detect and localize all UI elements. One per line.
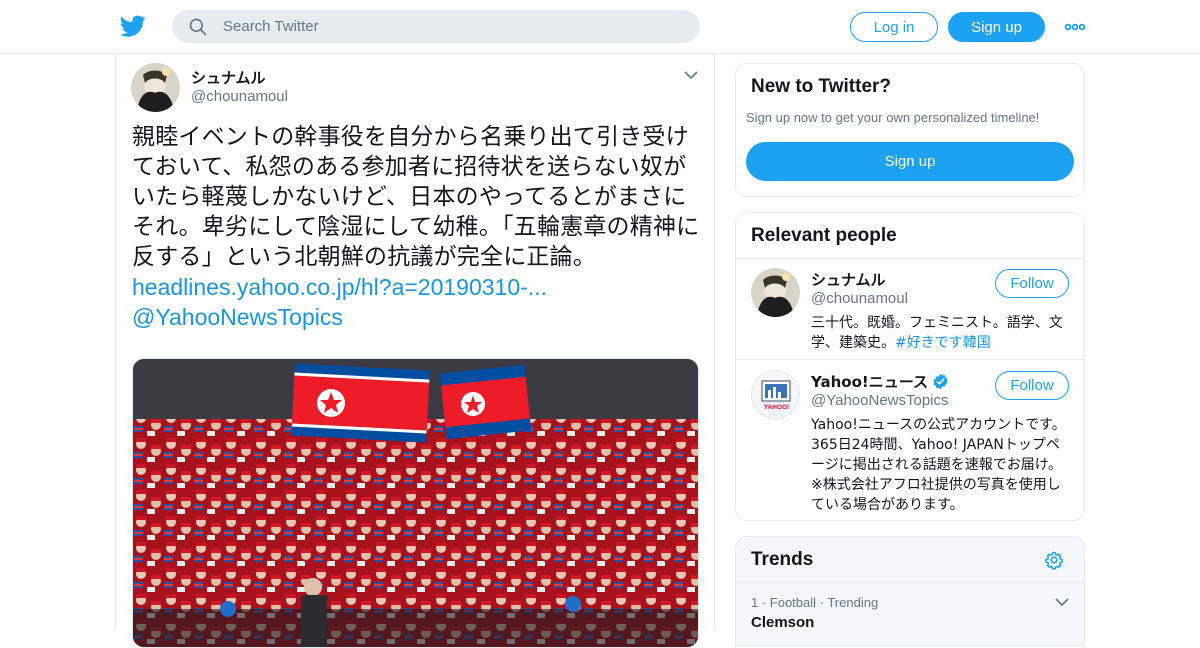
follow-button[interactable]: Follow [995, 269, 1069, 298]
person-item[interactable]: YAHOO! Yahoo!ニュース @YahooNewsTopics Follo… [736, 361, 1084, 520]
avatar-image [131, 63, 180, 112]
verified-badge-icon [933, 373, 948, 390]
author-handle[interactable]: @chounamoul [191, 88, 288, 105]
person-bio: Yahoo!ニュースの公式アカウントです。365日24時間、Yahoo! JAP… [811, 417, 1066, 513]
signup-button[interactable]: Sign up [948, 12, 1045, 42]
relevant-people-header: Relevant people [736, 213, 1084, 259]
trend-name[interactable]: Clemson [751, 614, 814, 631]
follow-button[interactable]: Follow [995, 371, 1069, 400]
person-handle[interactable]: @YahooNewsTopics [811, 392, 949, 409]
trends-title: Trends [751, 549, 814, 570]
tweet-column: シュナムル @chounamoul 親睦イベントの幹事役を自分から名乗り出て引き… [115, 54, 715, 648]
new-to-twitter-card: New to Twitter? Sign up now to get your … [735, 63, 1085, 197]
tweet-photo[interactable] [132, 358, 699, 648]
person-bio: 三十代。既婚。フェミニスト。語学、文学、建築史。#好きです韓国 [811, 313, 1073, 353]
bio-hashtag[interactable]: #好きです韓国 [895, 335, 991, 351]
search-icon [189, 18, 207, 35]
tweet-link[interactable]: headlines.yahoo.co.jp/hl?a=20190310-... [132, 272, 702, 302]
tweet-text: 親睦イベントの幹事役を自分から名乗り出て引き受けておいて、私怨のある参加者に招待… [132, 124, 700, 270]
person-avatar[interactable]: YAHOO! [751, 370, 800, 419]
relevant-people-title: Relevant people [751, 225, 897, 246]
crowd-photo-image [133, 359, 698, 647]
person-avatar[interactable] [751, 268, 800, 317]
person-name[interactable]: Yahoo!ニュース [811, 371, 949, 392]
tweet-mention[interactable]: @YahooNewsTopics [132, 302, 702, 332]
chevron-down-icon[interactable] [684, 70, 698, 80]
avatar-image [751, 268, 800, 317]
person-name[interactable]: シュナムル [811, 269, 886, 290]
person-handle[interactable]: @chounamoul [811, 290, 908, 307]
twitter-logo-icon[interactable] [120, 13, 146, 39]
chevron-down-icon[interactable] [1055, 597, 1069, 607]
login-button[interactable]: Log in [850, 12, 938, 42]
trends-header: Trends [736, 537, 1084, 583]
sidebar-signup-button[interactable]: Sign up [746, 142, 1074, 181]
person-item[interactable]: シュナムル @chounamoul Follow 三十代。既婚。フェミニスト。語… [736, 259, 1084, 360]
author-avatar[interactable] [131, 63, 180, 112]
search-bar[interactable] [172, 10, 700, 43]
relevant-people-card: Relevant people シュナムル @chounamoul Follow… [735, 212, 1085, 521]
author-name[interactable]: シュナムル [191, 67, 266, 88]
top-bar: Log in Sign up [0, 0, 1200, 54]
yahoo-news-logo-icon: YAHOO! [752, 371, 799, 418]
new-to-twitter-subtitle: Sign up now to get your own personalized… [746, 110, 1040, 125]
trend-meta: 1 · Football · Trending [751, 595, 879, 610]
new-to-twitter-title: New to Twitter? [751, 76, 892, 97]
more-options-icon[interactable] [1064, 18, 1086, 36]
person-name-text[interactable]: シュナムル [811, 269, 886, 290]
person-name-text[interactable]: Yahoo!ニュース [811, 371, 928, 392]
gear-icon[interactable] [1044, 550, 1064, 570]
search-input[interactable] [223, 18, 663, 35]
yahoo-logo-text: YAHOO! [764, 404, 789, 411]
